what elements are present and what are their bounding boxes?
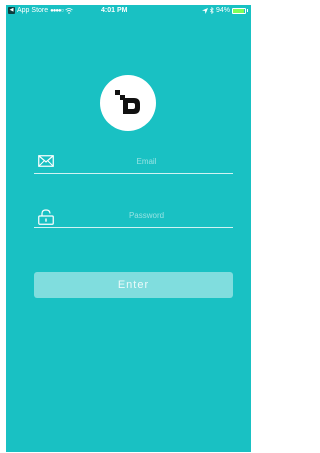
email-input[interactable] xyxy=(64,151,229,171)
signal-strength-icon: ●●●●○ xyxy=(50,7,64,14)
battery-level-fill xyxy=(233,8,245,13)
enter-button[interactable]: Enter xyxy=(34,272,233,298)
location-arrow-icon xyxy=(201,7,208,14)
login-screen: ◀ App Store ●●●●○ 4:01 PM 94% Email Ente… xyxy=(6,5,251,452)
status-left: ◀ App Store ●●●●○ xyxy=(8,7,74,14)
back-to-app-icon[interactable]: ◀ xyxy=(8,7,15,14)
lock-icon xyxy=(38,209,54,225)
battery-icon xyxy=(232,7,246,14)
status-bar: ◀ App Store ●●●●○ 4:01 PM 94% xyxy=(6,5,251,18)
wifi-icon xyxy=(65,7,74,14)
envelope-icon xyxy=(38,155,54,167)
password-field[interactable] xyxy=(34,205,233,228)
battery-percent: 94% xyxy=(215,7,230,14)
battery-cap xyxy=(247,9,248,12)
bluetooth-icon xyxy=(210,7,214,14)
email-field[interactable] xyxy=(34,151,233,174)
password-input[interactable] xyxy=(64,205,229,225)
app-logo xyxy=(100,75,156,131)
back-app-label[interactable]: App Store xyxy=(17,7,48,14)
status-right: 94% xyxy=(201,7,248,14)
status-time: 4:01 PM xyxy=(101,7,128,14)
app-logo-icon xyxy=(115,90,140,114)
